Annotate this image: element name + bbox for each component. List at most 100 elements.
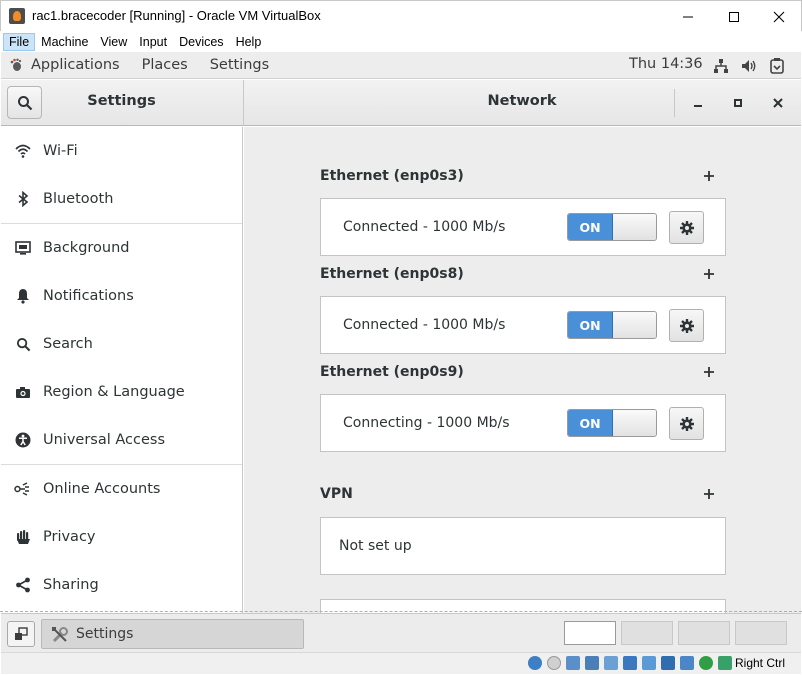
- window-title-bar: rac1.bracecoder [Running] - Oracle VM Vi…: [0, 0, 802, 31]
- scroll-edge-divider: [0, 611, 802, 612]
- add-vpn-button[interactable]: [700, 485, 718, 503]
- maximize-button[interactable]: [728, 93, 748, 113]
- gear-icon: [679, 220, 694, 235]
- plus-icon: [704, 489, 714, 499]
- ethernet-card: Connected - 1000 Mb/s ON: [320, 296, 726, 354]
- menu-help[interactable]: Help: [230, 33, 268, 51]
- sidebar-item-label: Background: [43, 240, 130, 256]
- menu-view[interactable]: View: [94, 33, 133, 51]
- ethernet-switch[interactable]: ON: [567, 311, 657, 339]
- ethernet-card: Connected - 1000 Mb/s ON: [320, 198, 726, 256]
- close-icon: [773, 98, 783, 108]
- guest-additions-icon[interactable]: [699, 656, 713, 670]
- accessibility-icon: [14, 431, 32, 449]
- workspace-3[interactable]: [678, 621, 730, 645]
- menu-machine[interactable]: Machine: [35, 33, 94, 51]
- places-menu[interactable]: Places: [142, 57, 188, 73]
- camera-icon: [14, 383, 32, 401]
- gnome-top-bar: Applications Places Settings Thu 14:36: [1, 52, 801, 79]
- add-connection-button[interactable]: [700, 265, 718, 283]
- switch-on-label: ON: [568, 214, 613, 240]
- settings-tools-icon: [52, 627, 68, 643]
- taskbar-settings-window[interactable]: Settings: [41, 619, 304, 649]
- minimize-window-button[interactable]: [665, 1, 711, 32]
- connection-settings-button[interactable]: [669, 407, 704, 440]
- network-icon[interactable]: [712, 57, 730, 75]
- sidebar-item-sharing[interactable]: Sharing: [1, 561, 242, 609]
- minimize-button[interactable]: [688, 93, 708, 113]
- network-adapter-icon[interactable]: [585, 656, 599, 670]
- search-icon: [14, 335, 32, 353]
- desktop-icon: [15, 627, 28, 640]
- sidebar-item-online-accounts[interactable]: Online Accounts: [1, 465, 242, 513]
- hard-disk-icon[interactable]: [528, 656, 542, 670]
- share-icon: [14, 576, 32, 594]
- power-icon[interactable]: [768, 57, 786, 75]
- window-controls-separator: [674, 89, 675, 117]
- connection-settings-button[interactable]: [669, 211, 704, 244]
- ethernet-card: Connecting - 1000 Mb/s ON: [320, 394, 726, 452]
- sidebar-item-universal-access[interactable]: Universal Access: [1, 416, 242, 464]
- shared-folders-icon[interactable]: [623, 656, 637, 670]
- sidebar-item-label: Search: [43, 336, 93, 352]
- search-icon: [17, 95, 32, 110]
- sidebar-item-label: Privacy: [43, 529, 96, 545]
- menu-devices[interactable]: Devices: [173, 33, 229, 51]
- taskbar-task-label: Settings: [76, 626, 134, 642]
- sidebar-item-notifications[interactable]: Notifications: [1, 272, 242, 320]
- volume-icon[interactable]: [740, 57, 758, 75]
- sidebar-item-label: Wi-Fi: [43, 143, 78, 159]
- connection-settings-button[interactable]: [669, 309, 704, 342]
- sidebar-item-label: Online Accounts: [43, 481, 161, 497]
- vbox-statusbar: Right Ctrl: [1, 652, 801, 674]
- show-desktop-button[interactable]: [7, 621, 35, 647]
- virtualization-icon[interactable]: [680, 656, 694, 670]
- gear-icon: [679, 416, 694, 431]
- menu-file[interactable]: File: [3, 32, 36, 51]
- workspace-1[interactable]: [564, 621, 616, 645]
- bell-icon: [14, 287, 32, 305]
- sidebar-item-privacy[interactable]: Privacy: [1, 513, 242, 561]
- display-icon[interactable]: [642, 656, 656, 670]
- sidebar-item-background[interactable]: Background: [1, 224, 242, 272]
- add-connection-button[interactable]: [700, 167, 718, 185]
- headerbar-divider: [243, 80, 244, 126]
- switch-knob: [613, 214, 656, 240]
- ethernet-switch[interactable]: ON: [567, 213, 657, 241]
- settings-headerbar: Settings Network: [1, 80, 801, 126]
- sidebar-item-search[interactable]: Search: [1, 320, 242, 368]
- hand-icon: [14, 528, 32, 546]
- search-button[interactable]: [7, 86, 42, 119]
- sidebar-item-bluetooth[interactable]: Bluetooth: [1, 175, 242, 223]
- menu-input[interactable]: Input: [133, 33, 173, 51]
- sidebar-item-region-language[interactable]: Region & Language: [1, 368, 242, 416]
- gnome-bottom-taskbar: Settings: [1, 613, 801, 652]
- gear-icon: [679, 318, 694, 333]
- workspace-4[interactable]: [735, 621, 787, 645]
- maximize-window-button[interactable]: [711, 1, 757, 32]
- close-button[interactable]: [768, 93, 788, 113]
- usb-icon[interactable]: [604, 656, 618, 670]
- add-connection-button[interactable]: [700, 363, 718, 381]
- close-window-button[interactable]: [756, 1, 802, 32]
- settings-app-menu[interactable]: Settings: [210, 57, 269, 73]
- ethernet-title: Ethernet (enp0s8): [320, 266, 464, 282]
- optical-drive-icon[interactable]: [547, 656, 561, 670]
- plus-icon: [704, 171, 714, 181]
- minimize-icon: [683, 16, 693, 17]
- mouse-integration-icon[interactable]: [718, 656, 732, 670]
- ethernet-title: Ethernet (enp0s3): [320, 168, 464, 184]
- sidebar-item-label: Notifications: [43, 288, 134, 304]
- applications-menu[interactable]: Applications: [31, 57, 120, 73]
- vpn-card: Not set up: [320, 517, 726, 575]
- sidebar-item-label: Bluetooth: [43, 191, 114, 207]
- ethernet-switch[interactable]: ON: [567, 409, 657, 437]
- sidebar-title: Settings: [87, 93, 156, 109]
- video-capture-icon[interactable]: [661, 656, 675, 670]
- workspace-2[interactable]: [621, 621, 673, 645]
- clock[interactable]: Thu 14:36: [629, 56, 703, 72]
- plus-icon: [704, 269, 714, 279]
- sidebar-item-wifi[interactable]: Wi-Fi: [1, 127, 242, 175]
- audio-icon[interactable]: [566, 656, 580, 670]
- virtualbox-app-icon[interactable]: [9, 8, 25, 24]
